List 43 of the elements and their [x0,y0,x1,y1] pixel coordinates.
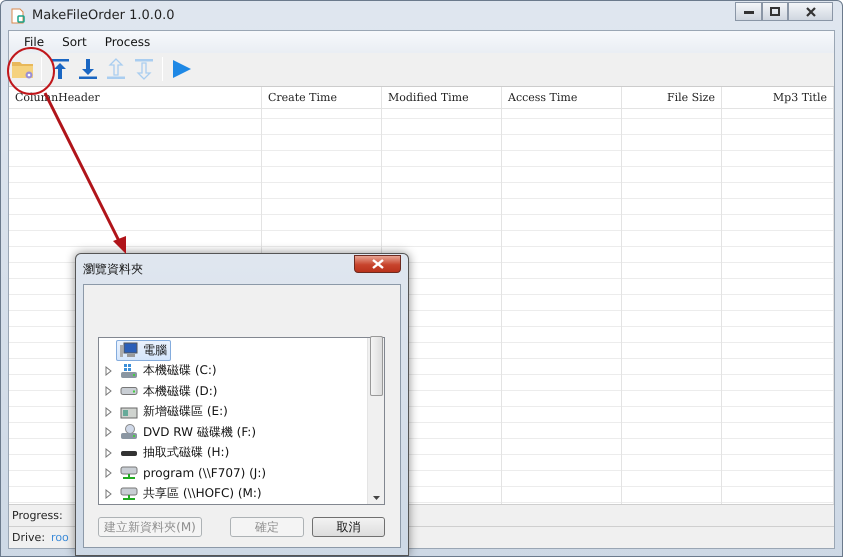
dialog-title: 瀏覽資料夾 [83,260,143,278]
expand-arrow-icon[interactable] [105,427,113,438]
menu-item[interactable]: Process [96,35,160,49]
menu-item[interactable]: File [15,35,54,49]
tree-item[interactable]: program (\\F707) (J:) [116,463,270,484]
maximize-icon [770,7,780,16]
expand-arrow-icon[interactable] [105,448,113,458]
maximize-button[interactable] [762,2,788,21]
minimize-icon [744,10,754,14]
tree-item[interactable]: 電腦 [116,340,171,361]
tree-item[interactable]: 本機磁碟 (D:) [116,380,222,402]
dvd-drive-icon [120,424,138,440]
scroll-down-icon[interactable] [372,496,380,500]
status-label: Drive: [12,531,46,544]
window-title: MakeFileOrder 1.0.0.0 [32,8,176,23]
expand-arrow-icon[interactable] [105,468,113,478]
expand-arrow-icon[interactable] [105,366,113,376]
move-to-bottom-icon[interactable] [76,57,100,81]
close-icon [806,6,816,16]
dialog-button[interactable]: 取消 [312,517,385,537]
computer-icon [120,342,138,358]
removable-drive-icon [121,450,137,456]
drive-icon [120,387,138,396]
drive-icon [120,362,138,379]
network-drive-icon [120,486,138,502]
tree-item[interactable]: 本機磁碟 (C:) [116,360,221,382]
tree-item[interactable]: DVD RW 磁碟機 (F:) [116,422,260,443]
tree-item[interactable]: 共享區 (\\HOFC) (M:) [116,483,266,504]
menu-item[interactable]: Sort [53,35,96,49]
scrollbar[interactable] [367,338,384,504]
close-button[interactable] [354,255,401,273]
status-label: Progress: [12,509,63,522]
expand-arrow-icon[interactable] [105,488,113,499]
expand-arrow-icon[interactable] [105,406,113,417]
expand-arrow-icon[interactable] [105,386,113,396]
tree-item[interactable]: 抽取式磁碟 (H:) [116,442,234,464]
network-drive-icon [120,465,138,482]
close-icon [372,259,384,269]
app-icon [10,8,26,24]
minimize-button[interactable] [735,2,762,21]
close-button[interactable] [788,2,833,21]
status-value: roo [51,531,69,544]
tree-item[interactable]: 新增磁碟區 (E:) [116,401,232,422]
